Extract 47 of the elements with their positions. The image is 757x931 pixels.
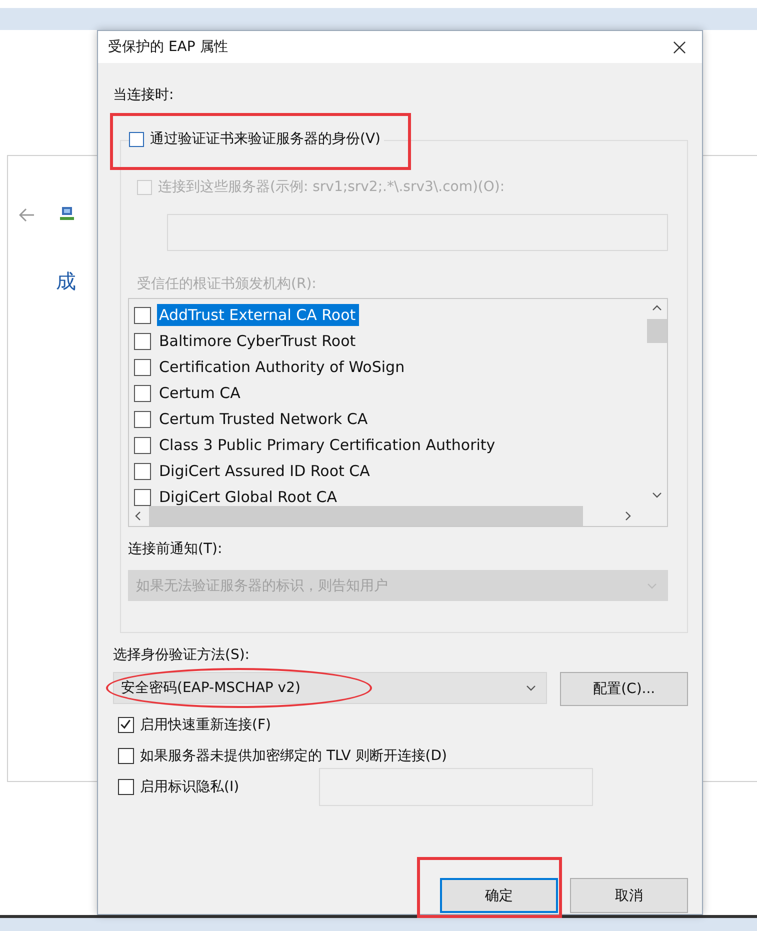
checkbox-label: 通过验证证书来验证服务器的身份(V) <box>150 130 381 149</box>
method-dropdown[interactable]: 安全密码(EAP-MSCHAP v2) <box>113 672 548 704</box>
back-arrow-icon[interactable] <box>19 208 35 222</box>
close-icon[interactable] <box>673 40 686 54</box>
checkbox[interactable] <box>118 717 134 733</box>
checkbox[interactable] <box>129 132 144 146</box>
network-icon <box>59 206 75 222</box>
checkbox[interactable] <box>134 410 151 428</box>
dialog-title: 受保护的 EAP 属性 <box>108 38 229 56</box>
scroll-left-icon[interactable] <box>135 511 141 521</box>
caret-icon <box>526 685 536 691</box>
checkbox-label: 如果服务器未提供加密绑定的 TLV 则断开连接(D) <box>140 747 447 766</box>
list-item[interactable]: Certification Authority of WoSign <box>157 356 408 378</box>
scroll-thumb[interactable] <box>149 506 583 526</box>
dropdown-label: 连接前通知(T): <box>128 540 222 559</box>
checkbox[interactable] <box>134 462 151 480</box>
caret-icon <box>647 582 657 588</box>
dialog-button[interactable]: 确定 <box>440 878 558 913</box>
checkbox[interactable] <box>134 332 151 350</box>
checkbox[interactable] <box>118 779 134 795</box>
checkbox-label: 启用快速重新连接(F) <box>140 716 271 735</box>
scroll-down-icon[interactable] <box>652 492 662 498</box>
input-field[interactable] <box>167 214 668 251</box>
list-item[interactable]: AddTrust External CA Root <box>157 304 359 326</box>
page-heading: 成 <box>56 268 76 295</box>
list-item[interactable]: Certum Trusted Network CA <box>157 408 371 430</box>
list-label: 受信任的根证书颁发机构(R): <box>137 275 316 294</box>
list-item[interactable]: Baltimore CyberTrust Root <box>157 330 359 352</box>
checkbox[interactable] <box>134 358 151 376</box>
scroll-right-icon[interactable] <box>625 511 631 521</box>
checkbox-label: 启用标识隐私(I) <box>140 778 240 797</box>
list-item[interactable]: Certum CA <box>157 382 244 404</box>
dialog-button[interactable]: 取消 <box>570 878 688 913</box>
scroll-up-icon[interactable] <box>652 305 662 311</box>
checkbox[interactable] <box>134 384 151 402</box>
list-item[interactable]: Class 3 Public Primary Certification Authority <box>157 434 498 456</box>
dropdown-label: 选择身份验证方法(S): <box>113 646 250 665</box>
list-item[interactable]: DigiCert Assured ID Root CA <box>157 460 373 482</box>
checkbox[interactable] <box>134 488 151 506</box>
scroll-thumb[interactable] <box>647 319 667 343</box>
checkbox[interactable] <box>134 436 151 454</box>
configure-button[interactable]: 配置(C)... <box>560 672 688 706</box>
list-item[interactable]: DigiCert Global Root CA <box>157 486 340 506</box>
section-label: 当连接时: <box>113 86 174 105</box>
checkbox[interactable] <box>134 306 151 324</box>
checkbox-label: 连接到这些服务器(示例: srv1;srv2;.*\.srv3\.com)(O): <box>158 178 505 197</box>
checkbox[interactable] <box>118 748 134 764</box>
